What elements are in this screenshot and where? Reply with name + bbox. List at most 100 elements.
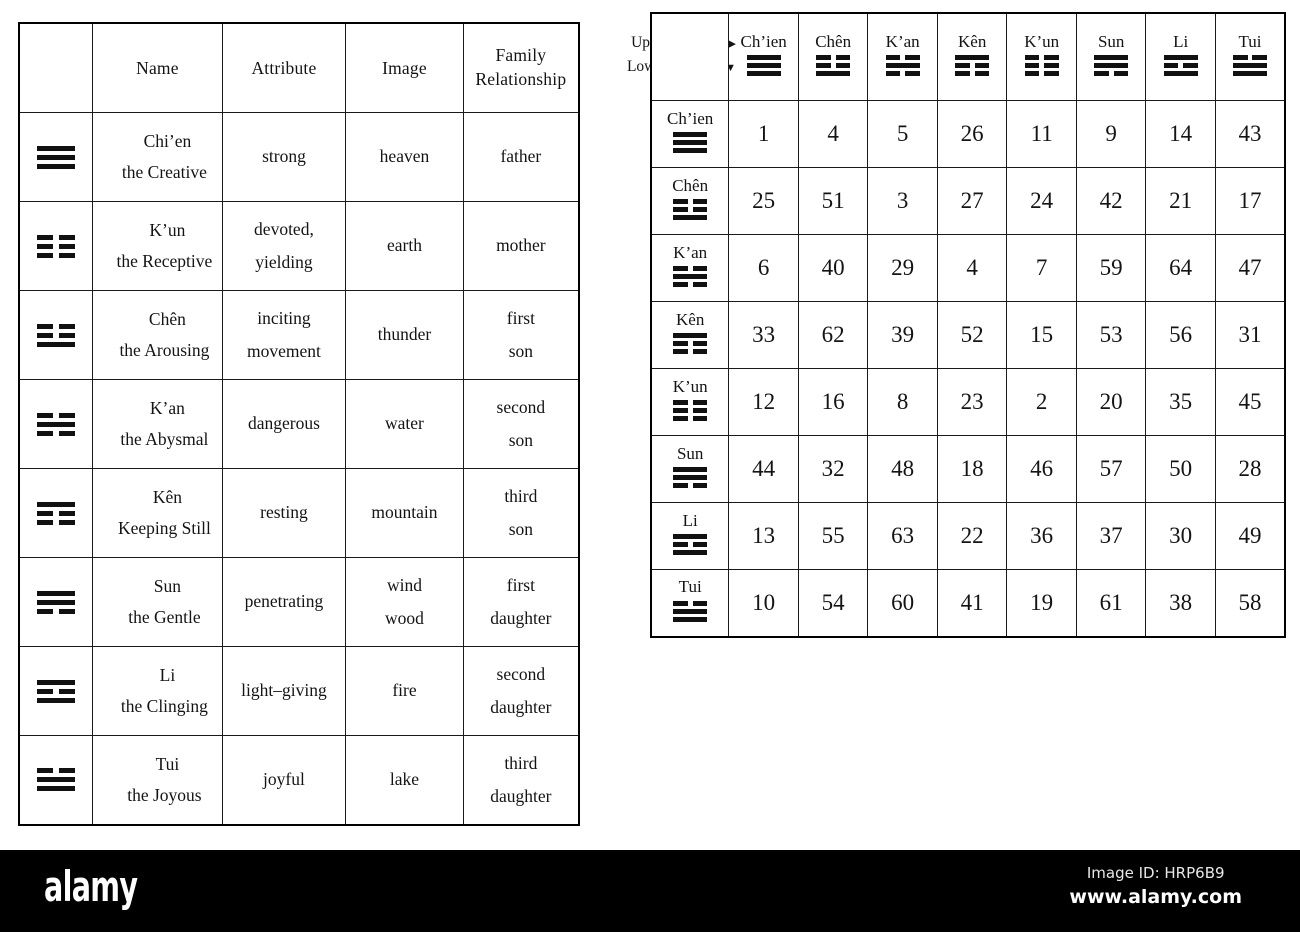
hexagram-number-cell: 23 (936, 368, 1008, 436)
lower-kn-trigram-icon (673, 333, 708, 357)
trigram-name-secondary: the Clinging (120, 696, 208, 716)
hexagram-number-cell: 9 (1075, 100, 1147, 168)
yang-line (673, 333, 708, 339)
hexagram-number-cell: 53 (1075, 301, 1147, 369)
yin-line (1094, 71, 1129, 77)
hexagram-number-cell: 33 (728, 301, 799, 369)
trigram-family-cell: first daughter (462, 557, 580, 647)
lower-kun-trigram-icon (673, 400, 708, 424)
yang-line (673, 274, 708, 280)
header-name: Name (92, 22, 223, 113)
trigram-symbol-cell (18, 112, 94, 202)
attribute-value: penetrating (244, 591, 324, 612)
yang-line (37, 421, 76, 427)
attribute-value: dangerous (247, 413, 320, 434)
hexagram-number-cell: 49 (1214, 502, 1286, 570)
yang-line (37, 154, 76, 160)
hexagram-number-cell: 60 (867, 569, 938, 637)
table-row: Sun the Gentle penetrating wind wood first dau… (18, 557, 580, 647)
upper-chn-trigram-icon (816, 55, 851, 79)
lower-trigram-header-5: K’un (650, 368, 730, 436)
yin-line (673, 199, 708, 205)
upper-trigram-header-3: K’an (867, 12, 938, 101)
trigram-name-primary: Chi’en (143, 131, 192, 152)
trigram-name-cell: K’un the Receptive (92, 201, 223, 291)
yin-line (1024, 63, 1059, 69)
hexagram-number-cell: 57 (1075, 435, 1147, 503)
trigram-name-primary: Li (159, 665, 176, 686)
li-trigram (37, 679, 76, 703)
lower-trigram-name: K’un (672, 376, 708, 396)
hexagram-number-cell: 21 (1145, 167, 1216, 235)
hexagram-number-cell: 38 (1145, 569, 1216, 637)
yang-line (37, 501, 76, 507)
trigram-attribute-cell: dangerous (221, 379, 347, 469)
trigram-symbol-cell (18, 379, 94, 469)
hexagram-number-cell: 48 (867, 435, 938, 503)
image-line1: wind (386, 574, 422, 595)
yin-line (37, 510, 76, 516)
yang-line (1163, 71, 1198, 77)
trigram-image-cell: earth (345, 201, 464, 291)
family-line1: second (496, 663, 546, 684)
hexagram-number-cell: 24 (1006, 167, 1077, 235)
hexagram-number-cell: 51 (797, 167, 869, 235)
trigram-family-cell: father (462, 112, 580, 202)
table-corner (651, 13, 730, 101)
lower-chien-trigram-icon (673, 132, 708, 156)
hexagram-number-cell: 4 (936, 234, 1008, 302)
yin-line (37, 412, 76, 418)
family-line2: son (508, 341, 533, 361)
trigram-attributes-table-container: Name Attribute Image Family Relationship… (18, 22, 580, 826)
yang-line (673, 148, 708, 154)
trigram-attribute-cell: joyful (221, 735, 347, 825)
yang-line (1163, 55, 1198, 61)
upper-trigram-header-6: Sun (1075, 12, 1147, 101)
trigram-name-primary: K’an (149, 398, 185, 419)
hexagram-number-cell: 55 (797, 502, 869, 570)
hexagram-table-row: Ch’ien 1 4 5 26 11 9 14 43 (650, 100, 1286, 168)
hexagram-number-cell: 6 (728, 234, 799, 302)
yin-line (673, 349, 708, 355)
hexagram-table-body: Ch’ien 1 4 5 26 11 9 14 43 Chên 25 51 3 27 24 42 21 17 K’a… (650, 100, 1286, 637)
upper-tui-trigram-icon (1232, 55, 1267, 79)
yin-line (37, 608, 76, 614)
ken-trigram (37, 501, 76, 525)
yang-line (746, 55, 781, 61)
lower-trigram-name: Kên (676, 309, 705, 329)
upper-trigram-name: Chên (815, 31, 852, 51)
attribute-value: strong (262, 146, 306, 167)
table-body: Chi’en the Creative strong heaven father K’un… (18, 112, 580, 825)
attribute-value: joyful (263, 769, 305, 790)
lower-tui-trigram-icon (673, 601, 708, 625)
table-row: K’an the Abysmal dangerous water second son (18, 379, 580, 469)
yang-line (955, 55, 990, 61)
yin-line (37, 323, 76, 329)
trigram-attribute-cell: light–giving (221, 646, 347, 736)
hexagram-number-cell: 16 (797, 368, 869, 436)
yin-line (1024, 55, 1059, 61)
lower-trigram-name: Chên (672, 175, 709, 195)
upper-trigram-header-7: Li (1145, 12, 1216, 101)
hexagram-number-cell: 13 (728, 502, 799, 570)
yin-line (37, 430, 76, 436)
lower-trigram-header-2: Chên (650, 167, 730, 235)
trigram-attribute-cell: penetrating (221, 557, 347, 647)
upper-kn-trigram-icon (955, 55, 990, 79)
trigram-name-cell: Tui the Joyous (92, 735, 223, 825)
yin-line (37, 252, 76, 258)
yin-line (37, 234, 76, 240)
attribute-value: resting (260, 502, 308, 523)
yin-line (955, 71, 990, 77)
hexagram-number-cell: 1 (728, 100, 799, 168)
hexagram-number-cell: 44 (728, 435, 799, 503)
yin-line (1232, 55, 1267, 61)
hexagram-table-row: Kên 33 62 39 52 15 53 56 31 (650, 301, 1286, 369)
yin-line (37, 688, 76, 694)
sun-trigram (37, 590, 76, 614)
yin-line (673, 601, 708, 607)
upper-chien-trigram-icon (746, 55, 781, 79)
trigram-name-cell: Kên Keeping Still (92, 468, 223, 558)
yin-line (673, 400, 708, 406)
trigram-name-secondary: the Receptive (116, 251, 213, 271)
